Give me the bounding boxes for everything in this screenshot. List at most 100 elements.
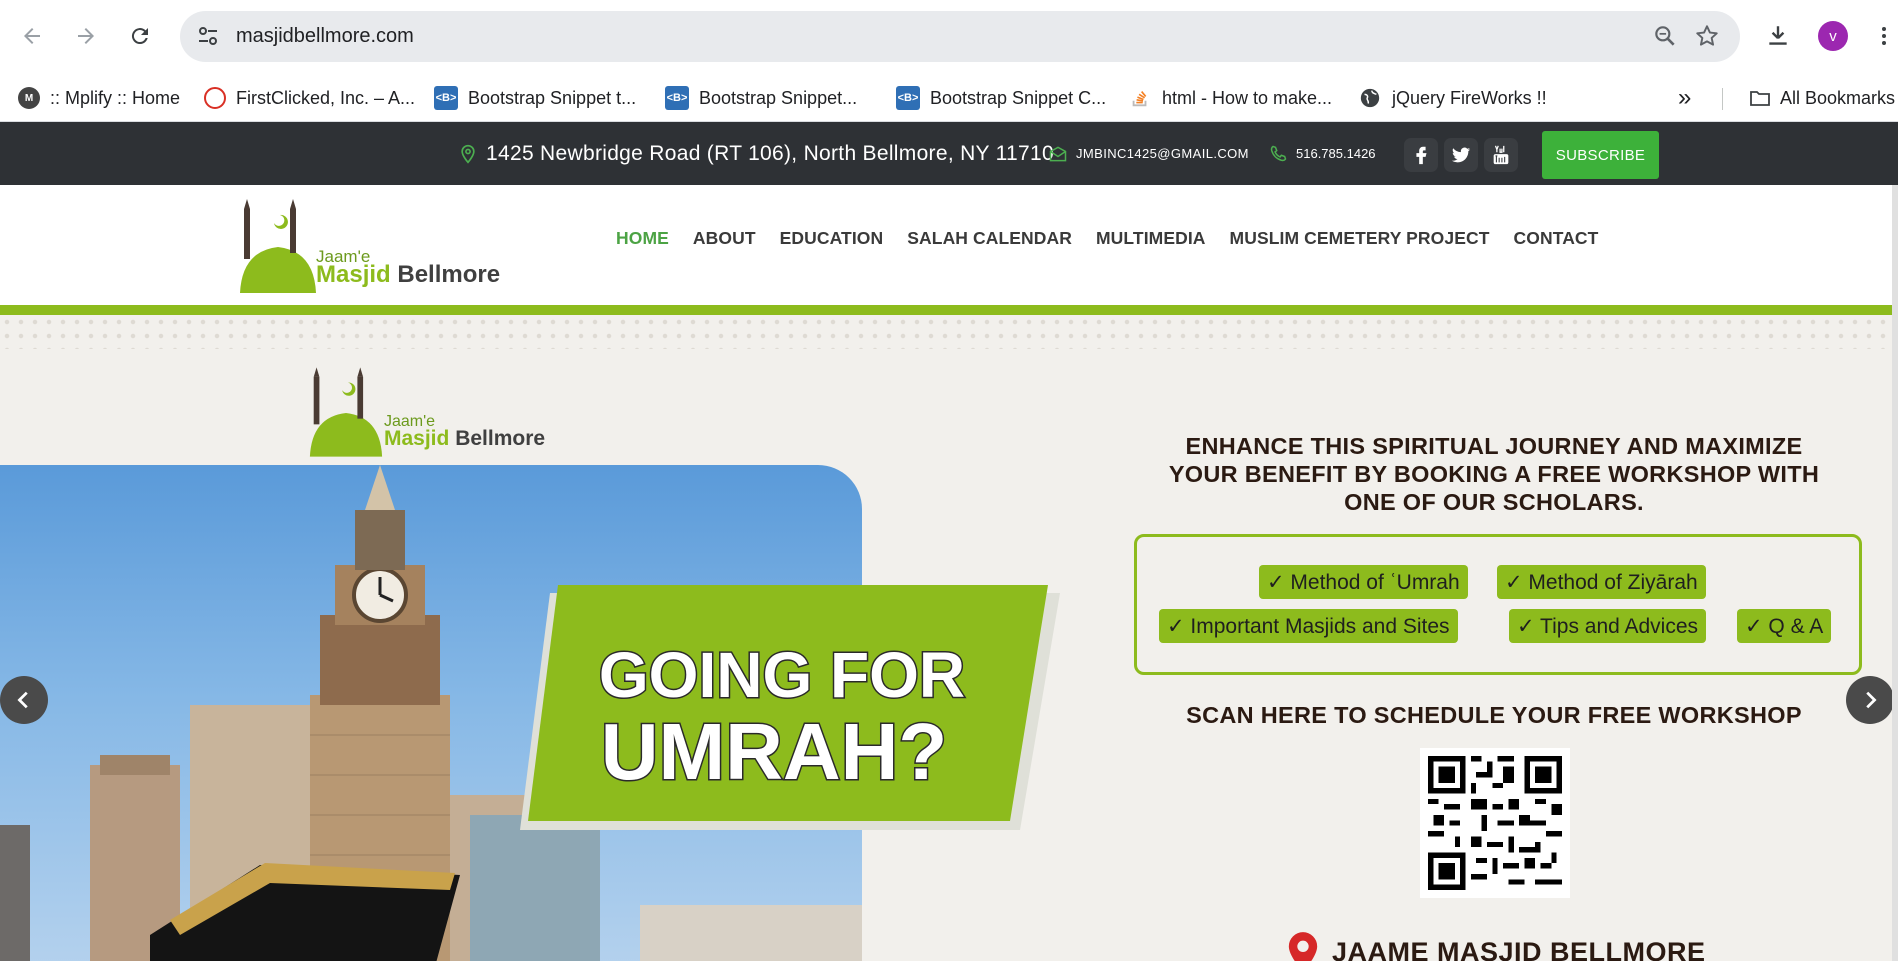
bookmark-label: :: Mplify :: Home [50, 87, 181, 108]
headline-line-1: GOING FOR [599, 639, 965, 711]
main-nav: HOME ABOUT EDUCATION SALAH CALENDAR MULT… [616, 228, 1622, 249]
location-label: JAAME MASJID BELLMORE [1286, 932, 1706, 961]
bookmark-firstclicked[interactable]: FirstClicked, Inc. – A... [204, 84, 415, 112]
arrow-left-icon [24, 28, 40, 44]
workshop-heading-line-3: ONE OF OUR SCHOLARS. [1344, 489, 1644, 515]
slider-next-button[interactable] [1846, 676, 1894, 724]
topics-box: ✓ Method of ʿUmrah ✓ Method of Ziyārah ✓… [1134, 534, 1862, 675]
nav-home[interactable]: HOME [616, 228, 669, 249]
forward-button[interactable] [68, 18, 104, 54]
envelope-icon [1049, 145, 1067, 161]
logo-name-bellmore: Bellmore [397, 261, 501, 288]
site-logo[interactable]: Jaam'e Masjid Bellmore [238, 199, 500, 293]
chevron-right-icon [1866, 691, 1877, 709]
bookmarks-divider [1722, 88, 1723, 110]
topic-chip: ✓ Q & A [1737, 609, 1832, 643]
qr-code[interactable] [1420, 748, 1570, 898]
nav-about[interactable]: ABOUT [693, 228, 756, 249]
nav-multimedia[interactable]: MULTIMEDIA [1096, 228, 1206, 249]
bookmark-fireworks[interactable]: jQuery FireWorks !! [1358, 84, 1547, 112]
bookmark-label: Bootstrap Snippet C... [930, 87, 1107, 108]
workshop-heading-line-1: ENHANCE THIS SPIRITUAL JOURNEY AND MAXIM… [1185, 433, 1803, 459]
topic-chip: ✓ Important Masjids and Sites [1159, 609, 1458, 643]
stackoverflow-favicon-icon [1128, 86, 1152, 110]
map-pin-icon [461, 144, 475, 164]
workshop-heading: ENHANCE THIS SPIRITUAL JOURNEY AND MAXIM… [1126, 432, 1862, 516]
header-divider [0, 305, 1898, 315]
mplify-favicon-icon: M [18, 87, 40, 109]
slide-logo: Jaam'e Masjid Bellmore [308, 367, 558, 457]
bootstrap-favicon-icon: <B> [434, 86, 458, 110]
slide-logo-name-masjid: Masjid [384, 427, 450, 450]
nav-contact[interactable]: CONTACT [1514, 228, 1599, 249]
twitter-button[interactable] [1444, 138, 1478, 172]
facebook-button[interactable] [1404, 138, 1438, 172]
logo-name: Masjid Bellmore [316, 261, 500, 289]
browser-toolbar: masjidbellmore.com v [0, 0, 1898, 74]
headline-card: GOING FOR UMRAH? [520, 585, 1060, 830]
location-name: JAAME MASJID BELLMORE [1332, 936, 1706, 961]
bookmark-mplify[interactable]: M :: Mplify :: Home [18, 84, 180, 112]
workshop-heading-line-2: YOUR BENEFIT BY BOOKING A FREE WORKSHOP … [1168, 461, 1820, 487]
bookmark-bootstrap-2[interactable]: <B> Bootstrap Snippet... [665, 84, 857, 112]
youtube-button[interactable] [1484, 138, 1518, 172]
twitter-icon [1451, 147, 1471, 163]
zoom-icon[interactable] [1652, 23, 1678, 49]
profile-avatar[interactable]: v [1818, 21, 1848, 51]
bookmark-label: Bootstrap Snippet... [699, 87, 858, 108]
chevron-left-icon [17, 691, 28, 709]
site-header: Jaam'e Masjid Bellmore HOME ABOUT EDUCAT… [0, 185, 1898, 305]
bookmark-bootstrap-3[interactable]: <B> Bootstrap Snippet C... [896, 84, 1106, 112]
headline-line-2: UMRAH? [601, 707, 948, 796]
nav-muslim-cemetery-project[interactable]: MUSLIM CEMETERY PROJECT [1230, 228, 1490, 249]
bookmarks-bar: M :: Mplify :: Home FirstClicked, Inc. –… [0, 74, 1898, 122]
youtube-icon [1493, 145, 1509, 165]
browser-menu-button[interactable] [1870, 16, 1898, 56]
folder-icon [1750, 91, 1770, 106]
slide-logo-name-bellmore: Bellmore [455, 427, 546, 450]
phone-link[interactable]: 516.785.1426 [1296, 146, 1376, 161]
url-text[interactable]: masjidbellmore.com [236, 24, 414, 48]
qr-code-icon [1428, 756, 1562, 890]
bookmark-label: All Bookmarks [1780, 87, 1896, 108]
back-button[interactable] [14, 18, 50, 54]
slider-prev-button[interactable] [0, 676, 48, 724]
more-bookmarks-button[interactable]: » [1678, 84, 1691, 112]
globe-icon [1358, 86, 1382, 110]
bookmark-label: FirstClicked, Inc. – A... [236, 87, 416, 108]
bootstrap-favicon-icon: <B> [896, 86, 920, 110]
bookmark-label: html - How to make... [1162, 87, 1333, 108]
topic-chip: ✓ Method of Ziyārah [1497, 565, 1706, 599]
mosque-logo-icon [240, 199, 316, 293]
facebook-icon [1416, 146, 1427, 165]
bookmark-label: Bootstrap Snippet t... [468, 87, 637, 108]
location-pin-icon [1288, 932, 1318, 961]
email-link[interactable]: JMBINC1425@GMAIL.COM [1076, 146, 1249, 161]
pattern-band [0, 315, 1898, 349]
bookmark-label: jQuery FireWorks !! [1392, 87, 1547, 108]
downloads-button[interactable] [1760, 16, 1796, 56]
firstclicked-favicon-icon [204, 87, 226, 109]
page-scrollbar[interactable] [1892, 185, 1898, 961]
address-bar[interactable]: masjidbellmore.com [180, 11, 1740, 62]
hero-slider: Jaam'e Masjid Bellmore GOING FOR UMRAH? … [0, 315, 1898, 961]
subscribe-button[interactable]: SUBSCRIBE [1542, 131, 1659, 179]
nav-salah-calendar[interactable]: SALAH CALENDAR [907, 228, 1072, 249]
email-info[interactable]: JMBINC1425@GMAIL.COM [1048, 122, 1249, 185]
bookmark-star-icon[interactable] [1694, 23, 1720, 49]
address-text: 1425 Newbridge Road (RT 106), North Bell… [486, 141, 1054, 165]
logo-name-masjid: Masjid [316, 261, 391, 288]
site-settings-icon[interactable] [196, 24, 220, 48]
arrow-right-icon [78, 28, 94, 44]
bootstrap-favicon-icon: <B> [665, 86, 689, 110]
all-bookmarks-button[interactable]: All Bookmarks [1748, 84, 1895, 112]
nav-education[interactable]: EDUCATION [780, 228, 884, 249]
bookmark-bootstrap-1[interactable]: <B> Bootstrap Snippet t... [434, 84, 636, 112]
phone-info[interactable]: 516.785.1426 [1268, 122, 1376, 185]
bookmark-stackoverflow[interactable]: html - How to make... [1128, 84, 1332, 112]
workshop-panel: ENHANCE THIS SPIRITUAL JOURNEY AND MAXIM… [1126, 432, 1862, 961]
reload-button[interactable] [122, 18, 158, 54]
mosque-logo-icon [309, 367, 383, 457]
reload-icon [131, 28, 148, 45]
address-info: 1425 Newbridge Road (RT 106), North Bell… [458, 122, 1054, 185]
